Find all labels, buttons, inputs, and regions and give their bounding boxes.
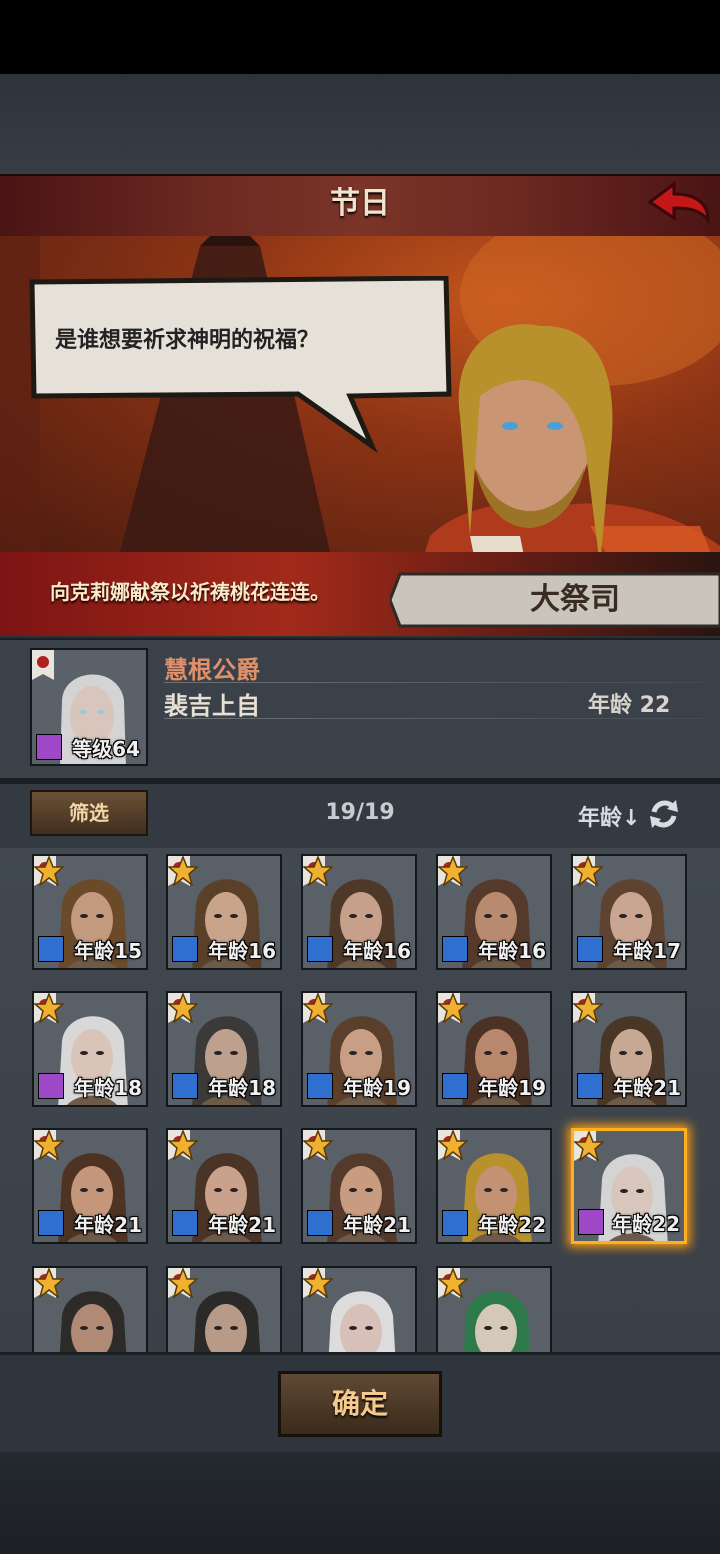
selected-level: 等级64 bbox=[72, 737, 140, 761]
character-card[interactable]: 年龄16 bbox=[166, 854, 282, 970]
character-age: 年龄16 bbox=[478, 939, 546, 963]
staff-icon bbox=[578, 1209, 604, 1235]
sword-icon bbox=[38, 1210, 64, 1236]
character-card[interactable]: 年龄21 bbox=[571, 991, 687, 1107]
character-age: 年龄16 bbox=[343, 939, 411, 963]
character-age: 年龄21 bbox=[343, 1213, 411, 1237]
sword-icon bbox=[307, 936, 333, 962]
star-icon bbox=[168, 1130, 198, 1160]
character-card[interactable]: 年龄21 bbox=[301, 1128, 417, 1244]
character-card[interactable]: 年龄22 bbox=[571, 1128, 687, 1244]
character-age: 年龄21 bbox=[74, 1213, 142, 1237]
divider bbox=[164, 718, 704, 719]
star-icon bbox=[438, 993, 468, 1023]
sword-icon bbox=[442, 936, 468, 962]
sword-icon bbox=[307, 1210, 333, 1236]
star-icon bbox=[573, 856, 603, 886]
star-icon bbox=[573, 993, 603, 1023]
sword-icon bbox=[172, 936, 198, 962]
back-button[interactable] bbox=[646, 180, 712, 226]
character-age: 年龄21 bbox=[613, 1076, 681, 1100]
star-icon bbox=[303, 1130, 333, 1160]
staff-icon bbox=[36, 734, 62, 760]
star-icon bbox=[438, 1268, 468, 1298]
character-age: 年龄16 bbox=[208, 939, 276, 963]
refresh-icon[interactable] bbox=[646, 796, 682, 832]
sword-icon bbox=[442, 1073, 468, 1099]
character-age: 年龄22 bbox=[478, 1213, 546, 1237]
npc-name: 大祭司 bbox=[530, 582, 620, 617]
character-card[interactable] bbox=[166, 1266, 282, 1352]
character-card[interactable]: 年龄18 bbox=[166, 991, 282, 1107]
sword-icon bbox=[577, 936, 603, 962]
selected-name: 裴吉上自 bbox=[164, 692, 260, 720]
character-card[interactable]: 年龄16 bbox=[436, 854, 552, 970]
faction-banner-icon bbox=[32, 650, 54, 680]
character-card[interactable]: 年龄18 bbox=[32, 991, 148, 1107]
character-card[interactable]: 年龄19 bbox=[301, 991, 417, 1107]
character-card[interactable]: 年龄17 bbox=[571, 854, 687, 970]
sword-icon bbox=[172, 1210, 198, 1236]
star-icon bbox=[574, 1131, 604, 1161]
sword-icon bbox=[577, 1073, 603, 1099]
character-card[interactable]: 年龄21 bbox=[166, 1128, 282, 1244]
back-arrow-icon bbox=[647, 181, 710, 225]
star-icon bbox=[34, 1268, 64, 1298]
sword-icon bbox=[172, 1073, 198, 1099]
character-card[interactable]: 年龄15 bbox=[32, 854, 148, 970]
speech-bubble bbox=[28, 275, 453, 460]
star-icon bbox=[438, 1130, 468, 1160]
selected-title: 慧根公爵 bbox=[164, 656, 260, 684]
character-age: 年龄19 bbox=[343, 1076, 411, 1100]
character-card[interactable] bbox=[301, 1266, 417, 1352]
character-count: 19/19 bbox=[325, 800, 395, 825]
character-card[interactable]: 年龄19 bbox=[436, 991, 552, 1107]
top-backdrop bbox=[0, 74, 720, 174]
character-card[interactable] bbox=[436, 1266, 552, 1352]
character-age: 年龄15 bbox=[74, 939, 142, 963]
character-grid: 年龄15 年龄16 年龄16 年龄16 年龄17 年龄18 年龄18 年龄19 年龄19 年龄21… bbox=[0, 848, 720, 1352]
star-icon bbox=[303, 1268, 333, 1298]
star-icon bbox=[303, 856, 333, 886]
sort-by-age-button[interactable]: 年龄↓ bbox=[578, 800, 640, 832]
confirm-button[interactable]: 确定 bbox=[278, 1371, 442, 1437]
staff-icon bbox=[38, 1073, 64, 1099]
character-card[interactable]: 年龄22 bbox=[436, 1128, 552, 1244]
filter-button[interactable]: 筛选 bbox=[30, 790, 148, 836]
star-icon bbox=[438, 856, 468, 886]
character-card[interactable]: 年龄21 bbox=[32, 1128, 148, 1244]
bottom-backdrop bbox=[0, 1452, 720, 1554]
character-age: 年龄18 bbox=[74, 1076, 142, 1100]
star-icon bbox=[34, 856, 64, 886]
sword-icon bbox=[442, 1210, 468, 1236]
star-icon bbox=[34, 993, 64, 1023]
star-icon bbox=[34, 1130, 64, 1160]
star-icon bbox=[168, 1268, 198, 1298]
character-age: 年龄18 bbox=[208, 1076, 276, 1100]
event-description: 向克莉娜献祭以祈祷桃花连连。 bbox=[50, 580, 330, 604]
star-icon bbox=[303, 993, 333, 1023]
character-age: 年龄17 bbox=[613, 939, 681, 963]
star-icon bbox=[168, 993, 198, 1023]
character-age: 年龄19 bbox=[478, 1076, 546, 1100]
sword-icon bbox=[307, 1073, 333, 1099]
page-title: 节日 bbox=[330, 186, 390, 221]
divider bbox=[164, 682, 704, 683]
star-icon bbox=[168, 856, 198, 886]
character-card[interactable]: 年龄16 bbox=[301, 854, 417, 970]
character-age: 年龄22 bbox=[612, 1212, 680, 1236]
selected-age: 年龄 22 bbox=[588, 693, 671, 718]
character-age: 年龄21 bbox=[208, 1213, 276, 1237]
selected-character-portrait[interactable]: 等级64 bbox=[30, 648, 148, 766]
character-card[interactable] bbox=[32, 1266, 148, 1352]
status-bar bbox=[0, 0, 720, 74]
sword-icon bbox=[38, 936, 64, 962]
speech-text: 是谁想要祈求神明的祝福？ bbox=[55, 328, 320, 353]
